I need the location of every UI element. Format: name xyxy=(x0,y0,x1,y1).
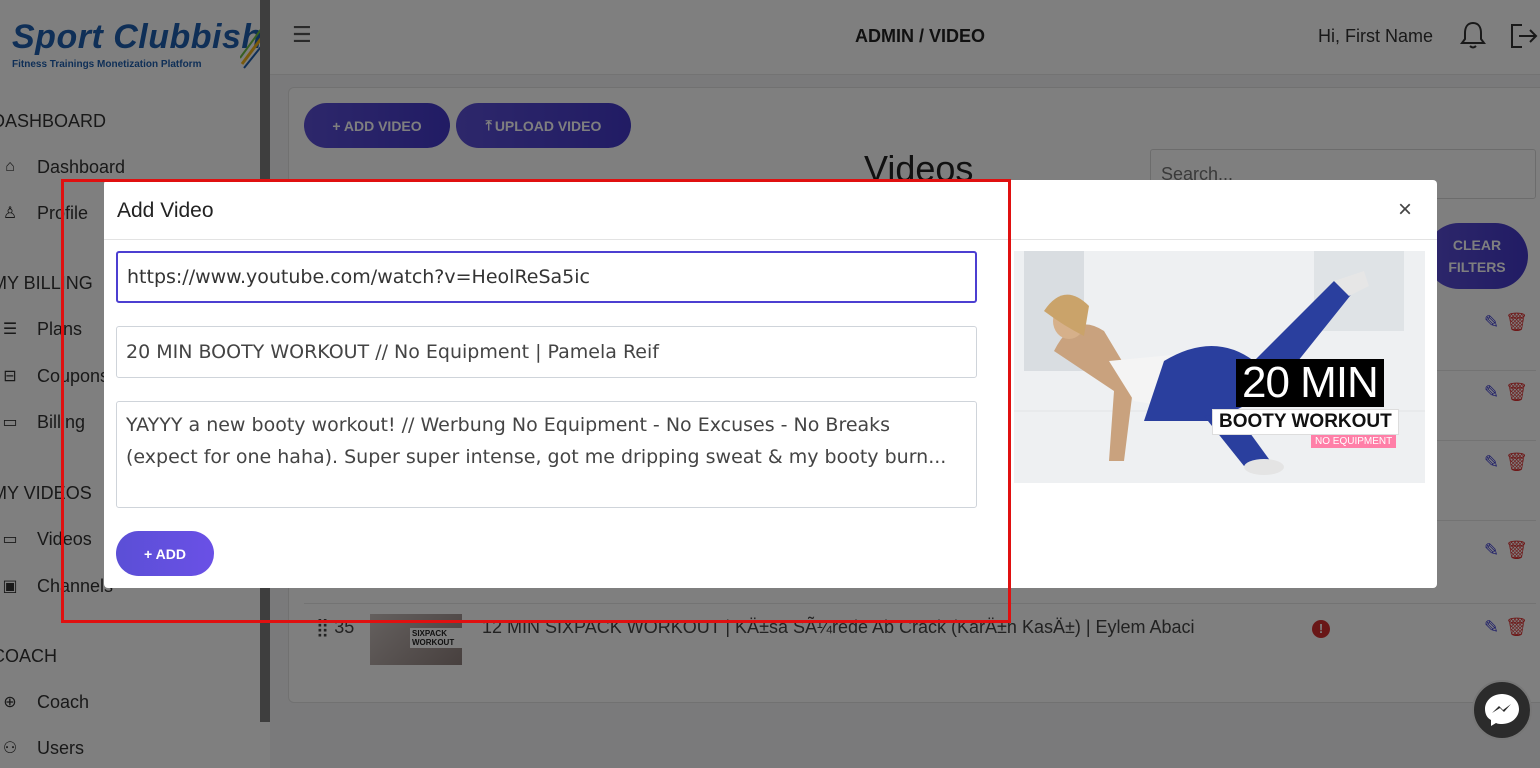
highlight-box xyxy=(61,179,1011,623)
messenger-chat-button[interactable] xyxy=(1472,680,1532,740)
preview-tag-text: NO EQUIPMENT xyxy=(1311,435,1397,448)
close-icon[interactable]: × xyxy=(1398,196,1412,224)
preview-sub-text: BOOTY WORKOUT xyxy=(1212,409,1399,435)
preview-big-text: 20 MIN xyxy=(1236,359,1384,407)
messenger-icon xyxy=(1485,694,1519,726)
video-preview-thumbnail: 20 MIN BOOTY WORKOUT NO EQUIPMENT xyxy=(1014,251,1425,483)
